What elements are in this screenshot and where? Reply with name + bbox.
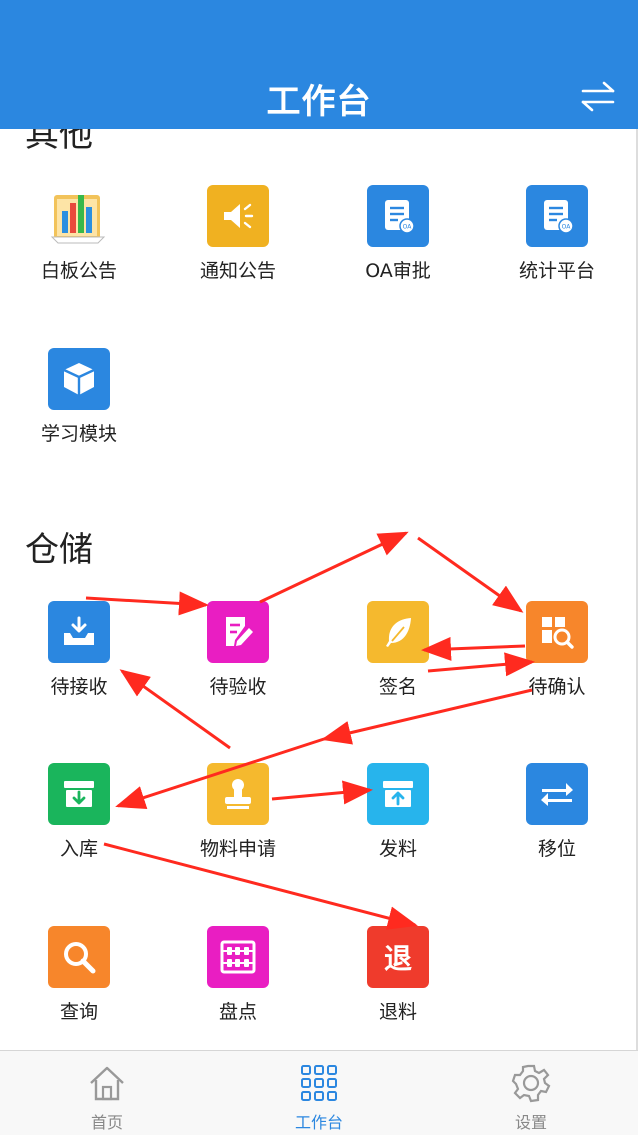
- whiteboard-icon: [48, 185, 110, 247]
- home-icon: [90, 1066, 124, 1101]
- stamp-icon: [207, 763, 269, 825]
- bottom-tabbar: 首页 工作台 设置: [0, 1050, 638, 1135]
- item-material-request[interactable]: 物料申请: [168, 763, 308, 861]
- item-pending-confirm[interactable]: 待确认: [487, 601, 627, 699]
- item-oa[interactable]: OA OA审批: [328, 185, 468, 283]
- swap-arrows-icon: [526, 763, 588, 825]
- item-relocate[interactable]: 移位: [487, 763, 627, 861]
- tab-settings[interactable]: 设置: [461, 1051, 601, 1135]
- cube-icon: [48, 348, 110, 410]
- tab-home[interactable]: 首页: [37, 1051, 177, 1135]
- section-title-other: 其他: [25, 129, 93, 155]
- return-glyph-icon: 退: [367, 926, 429, 988]
- svg-text:OA: OA: [562, 224, 572, 231]
- box-upload-icon: [367, 763, 429, 825]
- item-stocktake[interactable]: 盘点: [168, 926, 308, 1024]
- item-issue-material[interactable]: 发料: [328, 763, 468, 861]
- item-whiteboard[interactable]: 白板公告: [9, 185, 149, 283]
- gear-icon: [511, 1064, 551, 1103]
- switch-icon[interactable]: [580, 80, 616, 112]
- item-learning[interactable]: 学习模块: [9, 348, 149, 446]
- grid-search-icon: [526, 601, 588, 663]
- app-header: 工作台: [0, 0, 638, 129]
- tab-workbench[interactable]: 工作台: [249, 1051, 389, 1135]
- grid-icon: [301, 1065, 337, 1101]
- item-pending-receive[interactable]: 待接收: [9, 601, 149, 699]
- workbench-content: 其他 白板公告 通知公告 OA OA审批 OA 统计平台 学习模块 仓储 待接收…: [0, 129, 636, 1050]
- item-query[interactable]: 查询: [9, 926, 149, 1024]
- item-signature[interactable]: 签名: [328, 601, 468, 699]
- item-notice[interactable]: 通知公告: [168, 185, 308, 283]
- edit-doc-icon: [207, 601, 269, 663]
- speaker-icon: [207, 185, 269, 247]
- item-return-material[interactable]: 退 退料: [328, 926, 468, 1024]
- section-title-storage: 仓储: [25, 530, 93, 570]
- page-title: 工作台: [266, 82, 372, 122]
- box-download-icon: [48, 763, 110, 825]
- item-pending-inspect[interactable]: 待验收: [168, 601, 308, 699]
- svg-text:OA: OA: [403, 224, 413, 231]
- inbox-download-icon: [48, 601, 110, 663]
- item-inbound[interactable]: 入库: [9, 763, 149, 861]
- oa-document-icon: OA: [526, 185, 588, 247]
- oa-document-icon: OA: [367, 185, 429, 247]
- feather-icon: [367, 601, 429, 663]
- magnifier-icon: [48, 926, 110, 988]
- item-statistics[interactable]: OA 统计平台: [487, 185, 627, 283]
- abacus-icon: [207, 926, 269, 988]
